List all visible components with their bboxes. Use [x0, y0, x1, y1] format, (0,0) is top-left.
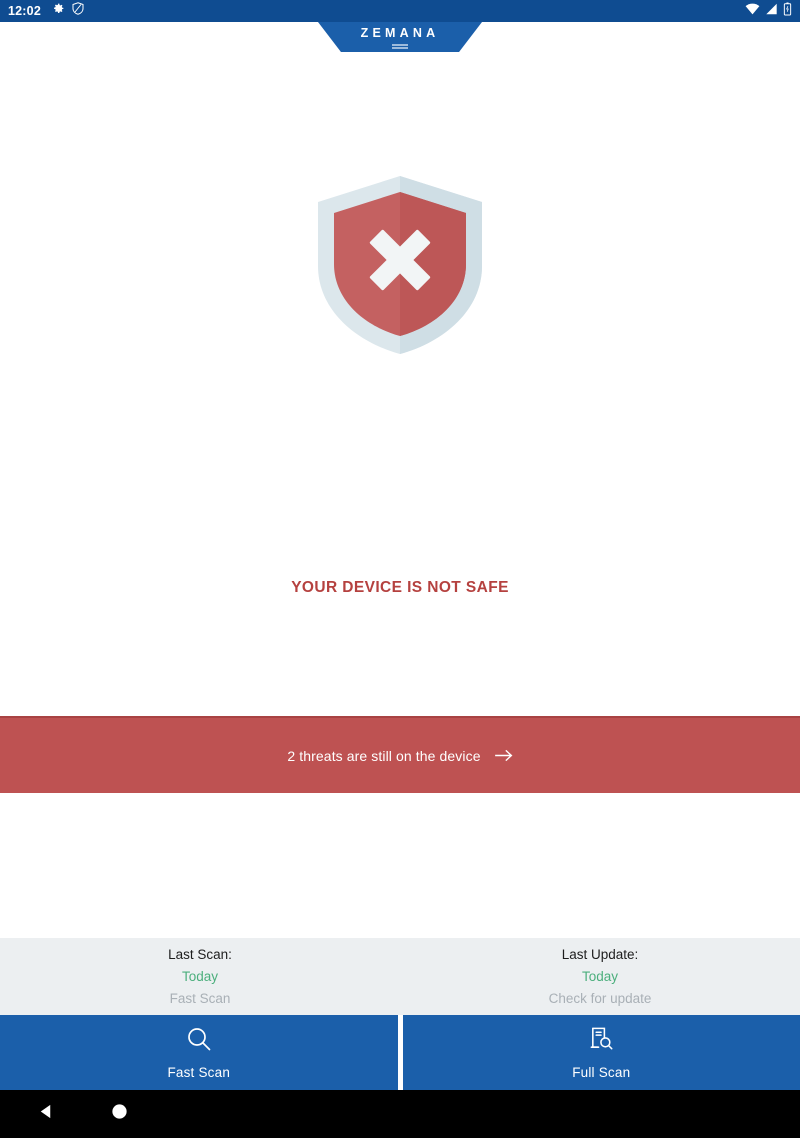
- battery-icon: [783, 1, 792, 21]
- last-scan-type-link[interactable]: Fast Scan: [170, 991, 231, 1006]
- status-bar-clock: 12:02: [8, 4, 41, 18]
- last-scan-column: Last Scan: Today Fast Scan: [0, 938, 400, 1015]
- system-status-bar: 12:02: [0, 0, 800, 22]
- brand-title: ZEMANA: [360, 26, 440, 40]
- arrow-right-icon: [494, 749, 513, 762]
- full-scan-button[interactable]: Full Scan: [402, 1015, 800, 1090]
- home-circle-icon[interactable]: [110, 1102, 129, 1126]
- last-update-value: Today: [581, 969, 619, 984]
- threat-banner-label: 2 threats are still on the device: [287, 747, 481, 764]
- fast-scan-button[interactable]: Fast Scan: [0, 1015, 398, 1090]
- scan-info-bar: Last Scan: Today Fast Scan Last Update: …: [0, 938, 800, 1015]
- full-scan-label: Full Scan: [572, 1065, 631, 1080]
- brand-tab: ZEMANA: [318, 22, 482, 52]
- last-scan-title: Last Scan:: [168, 947, 232, 962]
- document-search-icon: [588, 1025, 615, 1057]
- shield-x-icon: [318, 176, 482, 354]
- zemana-shield-icon: [72, 2, 84, 20]
- status-bar-system-icons: [745, 1, 792, 21]
- scan-action-bar: Fast Scan Full Scan: [0, 1015, 800, 1090]
- system-navigation-bar: [0, 1090, 800, 1138]
- protection-status-illustration: [0, 170, 800, 360]
- wifi-icon: [745, 2, 760, 20]
- magnifier-icon: [186, 1026, 212, 1057]
- app-screen: 12:02 ZEMANA YOUR DEVICE IS NOT SAFE 2 t…: [0, 0, 800, 1138]
- page-title: YOUR DEVICE IS NOT SAFE: [291, 579, 509, 596]
- back-triangle-icon[interactable]: [36, 1102, 55, 1126]
- app-header: ZEMANA: [0, 22, 800, 54]
- brand-logo-mark: [392, 43, 408, 51]
- check-for-update-link[interactable]: Check for update: [549, 991, 652, 1006]
- gear-icon: [52, 2, 65, 20]
- last-update-title: Last Update:: [561, 947, 639, 962]
- last-scan-value: Today: [181, 969, 219, 984]
- signal-icon: [765, 2, 778, 20]
- fast-scan-label: Fast Scan: [167, 1064, 231, 1080]
- threat-banner[interactable]: 2 threats are still on the device: [0, 716, 800, 793]
- last-update-column: Last Update: Today Check for update: [400, 938, 800, 1015]
- status-bar-notification-icons: [52, 2, 84, 20]
